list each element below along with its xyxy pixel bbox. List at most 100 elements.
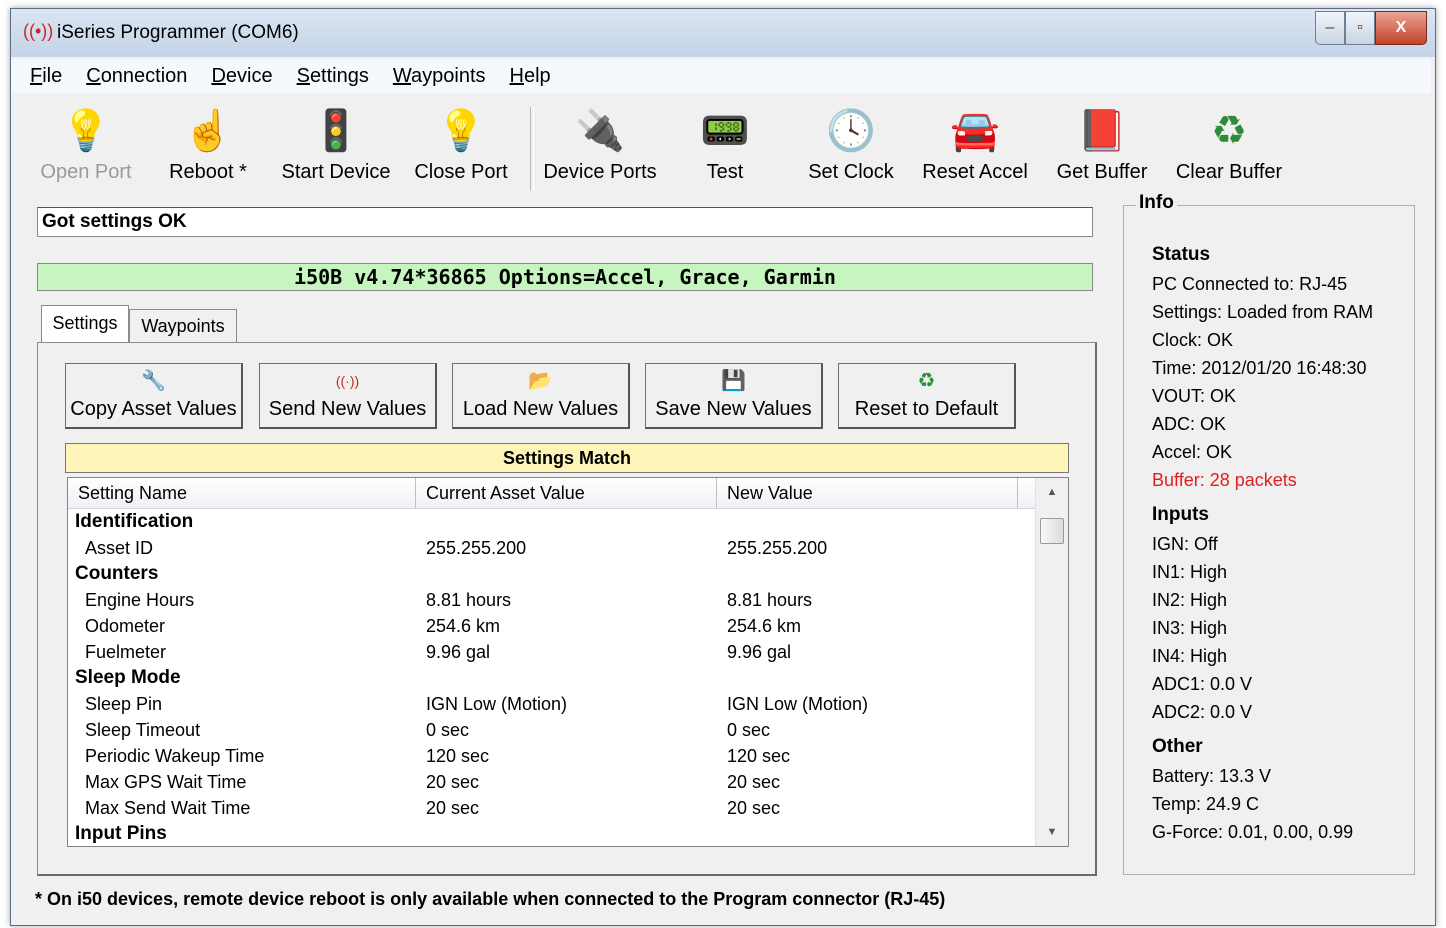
current-value-cell: 120 sec <box>426 746 490 766</box>
scroll-up-arrow-icon[interactable]: ▲ <box>1036 478 1068 506</box>
setting-name-cell: Engine Hours <box>85 590 195 610</box>
menu-file[interactable]: File <box>25 65 67 88</box>
input-line: IN4: High <box>1152 646 1228 666</box>
new-value-cell: 9.96 gal <box>727 642 792 662</box>
setting-name-cell: Sleep Mode <box>75 667 181 688</box>
table-row[interactable]: Sleep Timeout 0 sec 0 sec <box>68 717 1036 743</box>
save-new-values-button[interactable]: 💾 Save New Values <box>645 363 823 429</box>
table-row[interactable]: Engine Hours 8.81 hours 8.81 hours <box>68 587 1036 613</box>
new-value-cell: IGN Low (Motion) <box>727 694 869 714</box>
folder-icon: 📂 <box>528 370 553 392</box>
toolbar: 💡 Open Port ☝ Reboot * 🚦 Start Device 💡 … <box>11 101 1311 193</box>
device-ports-button[interactable]: 🔌 Device Ports <box>537 101 663 193</box>
load-new-values-button[interactable]: 📂 Load New Values <box>452 363 630 429</box>
status-heading: Status <box>1152 244 1211 265</box>
reboot-button[interactable]: ☝ Reboot * <box>153 101 263 193</box>
window-title: iSeries Programmer (COM6) <box>57 22 299 43</box>
setting-name-cell: Input Pins <box>75 823 167 844</box>
hand-pointer-icon: ☝ <box>183 109 233 153</box>
traffic-light-icon: 🚦 <box>311 109 361 153</box>
current-value-cell: 20 sec <box>426 772 480 792</box>
table-row[interactable]: Fuelmeter 9.96 gal 9.96 gal <box>68 639 1036 665</box>
menu-bar: File Connection Device Settings Waypoint… <box>11 59 1431 93</box>
input-line: IN1: High <box>1152 562 1228 582</box>
app-window: ((•)) iSeries Programmer (COM6) ‒ ▫ X Fi… <box>10 8 1436 926</box>
antenna-icon: ((·)) <box>335 373 360 389</box>
start-device-button[interactable]: 🚦 Start Device <box>273 101 399 193</box>
other-line: G-Force: 0.01, 0.00, 0.99 <box>1152 822 1354 842</box>
setting-name-cell: Fuelmeter <box>85 642 167 662</box>
current-value-cell: 8.81 hours <box>426 590 512 610</box>
set-clock-button[interactable]: 🕓 Set Clock <box>797 101 905 193</box>
table-row[interactable]: Max Send Wait Time 20 sec 20 sec <box>68 795 1036 821</box>
footnote: * On i50 devices, remote device reboot i… <box>35 889 946 909</box>
status-line: PC Connected to: RJ-45 <box>1152 274 1348 294</box>
column-header-new-value[interactable]: New Value <box>717 478 1018 508</box>
status-line: Buffer: 28 packets <box>1152 470 1297 490</box>
clock-icon: 🕓 <box>826 109 876 153</box>
status-line: Accel: OK <box>1152 442 1233 462</box>
recycle-bin-icon: ♻ <box>1211 109 1247 153</box>
current-value-cell: 255.255.200 <box>426 538 527 558</box>
menu-device[interactable]: Device <box>206 65 277 88</box>
current-value-cell: 20 sec <box>426 798 480 818</box>
vertical-scrollbar[interactable]: ▲ ▼ <box>1035 478 1068 846</box>
new-value-cell: 20 sec <box>727 798 781 818</box>
send-new-values-button[interactable]: ((·)) Send New Values <box>259 363 437 429</box>
tab-waypoints[interactable]: Waypoints <box>129 309 237 343</box>
category-row[interactable]: Input Pins <box>68 821 1036 846</box>
other-line: Temp: 24.9 C <box>1152 794 1260 814</box>
close-port-button[interactable]: 💡 Close Port <box>405 101 517 193</box>
clear-buffer-button[interactable]: ♻ Clear Buffer <box>1167 101 1291 193</box>
scroll-down-arrow-icon[interactable]: ▼ <box>1036 818 1068 846</box>
minimize-button[interactable]: ‒ <box>1315 11 1345 45</box>
setting-name-cell: Asset ID <box>85 538 154 558</box>
current-value-cell: 0 sec <box>426 720 470 740</box>
setting-name-cell: Odometer <box>85 616 166 636</box>
recycle-icon: ♻ <box>917 370 936 392</box>
category-row[interactable]: Identification <box>68 509 1036 535</box>
info-title: Info <box>1136 192 1177 214</box>
table-header: Setting Name Current Asset Value New Val… <box>68 478 1036 509</box>
open-port-button[interactable]: 💡 Open Port <box>31 101 141 193</box>
input-line: ADC2: 0.0 V <box>1152 702 1253 722</box>
reset-to-default-button[interactable]: ♻ Reset to Default <box>838 363 1016 429</box>
device-version-banner: i50B v4.74*36865 Options=Accel, Grace, G… <box>37 263 1093 291</box>
menu-waypoints[interactable]: Waypoints <box>388 65 491 88</box>
table-row[interactable]: Asset ID 255.255.200 255.255.200 <box>68 535 1036 561</box>
menu-settings[interactable]: Settings <box>292 65 374 88</box>
setting-name-cell: Sleep Pin <box>85 694 163 714</box>
category-row[interactable]: Counters <box>68 561 1036 587</box>
status-line: VOUT: OK <box>1152 386 1237 406</box>
maximize-button[interactable]: ▫ <box>1345 11 1375 45</box>
input-line: ADC1: 0.0 V <box>1152 674 1253 694</box>
menu-help[interactable]: Help <box>505 65 556 88</box>
table-row[interactable]: Max GPS Wait Time 20 sec 20 sec <box>68 769 1036 795</box>
setting-name-cell: Counters <box>75 563 159 584</box>
setting-name-cell: Max GPS Wait Time <box>85 772 247 792</box>
status-line: Time: 2012/01/20 16:48:30 <box>1152 358 1367 378</box>
table-row[interactable]: Sleep Pin IGN Low (Motion) IGN Low (Motion… <box>68 691 1036 717</box>
info-panel: Info Status PC Connected to: RJ-45 Setting… <box>1123 192 1415 875</box>
new-value-cell: 20 sec <box>727 772 781 792</box>
settings-table[interactable]: Setting Name Current Asset Value New Val… <box>67 477 1069 847</box>
new-value-cell: 255.255.200 <box>727 538 828 558</box>
lightbulb-icon: 💡 <box>61 109 111 153</box>
menu-connection[interactable]: Connection <box>81 65 192 88</box>
title-bar[interactable]: ((•)) iSeries Programmer (COM6) ‒ ▫ X <box>11 9 1435 57</box>
copy-asset-values-button[interactable]: 🔧 Copy Asset Values <box>65 363 243 429</box>
scroll-thumb[interactable] <box>1040 518 1064 544</box>
settings-match-banner: Settings Match <box>65 443 1069 473</box>
column-header-current-value[interactable]: Current Asset Value <box>416 478 717 508</box>
tab-settings[interactable]: Settings <box>41 305 129 343</box>
test-button[interactable]: 📟 Test <box>677 101 773 193</box>
book-icon: 📕 <box>1077 109 1127 153</box>
table-row[interactable]: Periodic Wakeup Time 120 sec 120 sec <box>68 743 1036 769</box>
get-buffer-button[interactable]: 📕 Get Buffer <box>1045 101 1159 193</box>
reset-accel-button[interactable]: 🚘 Reset Accel <box>917 101 1033 193</box>
category-row[interactable]: Sleep Mode <box>68 665 1036 691</box>
close-button[interactable]: X <box>1375 11 1427 45</box>
table-row[interactable]: Odometer 254.6 km 254.6 km <box>68 613 1036 639</box>
column-header-setting-name[interactable]: Setting Name <box>68 478 416 508</box>
setting-name-cell: Sleep Timeout <box>85 720 201 740</box>
